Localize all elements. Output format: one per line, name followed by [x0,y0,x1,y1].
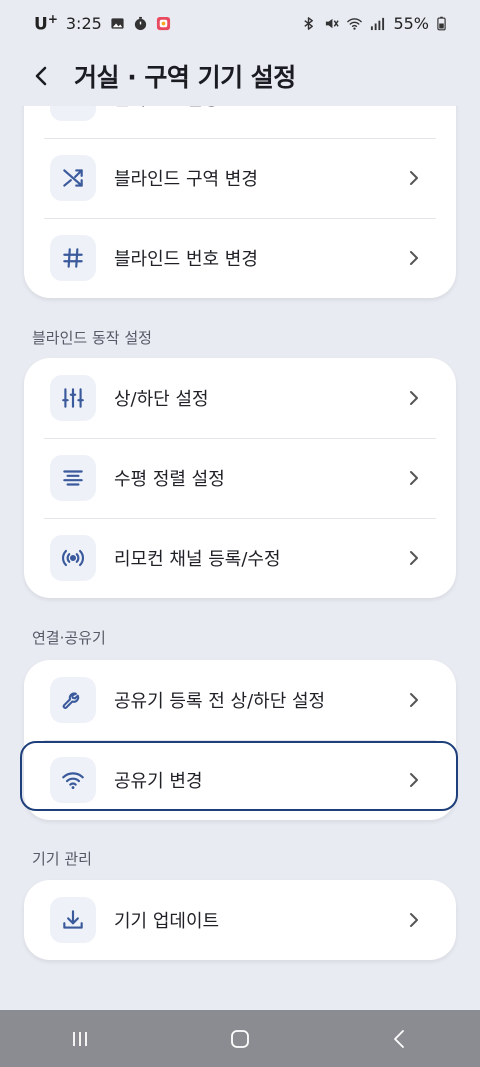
carrier-suffix: + [47,11,58,26]
system-nav-bar [0,1010,480,1067]
list-item-blind-zone[interactable]: 블라인드 구역 변경 [24,138,456,218]
back-nav-icon[interactable] [389,1028,411,1050]
list-item-pre-router-setup[interactable]: 공유기 등록 전 상/하단 설정 [24,660,456,740]
page-title: 거실 · 구역 기기 설정 [74,63,296,92]
list-item-label: 기기 업데이트 [114,911,220,932]
list-item-change-router[interactable]: 공유기 변경 [24,740,456,820]
chevron-right-icon [410,171,418,185]
chevron-right-icon [410,693,418,707]
status-bar: U+ 3:25 55% [0,0,480,46]
list-item-label: 블라인드 번호 변경 [114,249,258,270]
chevron-left-icon [35,66,47,86]
chevron-right-icon [410,471,418,485]
chevron-right-icon [410,913,418,927]
download-icon [50,897,96,943]
timer-icon [134,16,146,30]
wrench-icon [50,677,96,723]
card-connection: 공유기 등록 전 상/하단 설정 공유기 변경 [24,660,456,820]
section-label-connection: 연결·공유기 [32,629,106,647]
app-notification-icon [156,16,170,30]
list-item-horizontal-align[interactable]: 수평 정렬 설정 [24,438,456,518]
bluetooth-icon [304,16,314,30]
image-icon [111,17,124,29]
carrier-name: U [34,14,48,35]
settings-scroll[interactable]: 블라인드 설정 블라인드 구역 변경 블라인드 번호 변경 블라인드 동작 설정… [0,0,480,1010]
mute-icon [326,18,340,28]
list-item-label: 수평 정렬 설정 [114,469,225,490]
hash-icon [50,235,96,281]
section-label-device-management: 기기 관리 [32,850,92,868]
card-blind-operation: 상/하단 설정 수평 정렬 설정 리모컨 채널 등록/수정 [24,358,456,598]
chevron-right-icon [410,773,418,787]
signal-icon [371,17,385,30]
chevron-right-icon [410,391,418,405]
carrier-label: U+ [34,12,58,35]
wifi-icon [50,757,96,803]
chevron-right-icon [410,551,418,565]
list-item-label: 블라인드 구역 변경 [114,169,258,190]
shuffle-icon [50,155,96,201]
battery-icon [437,16,446,30]
section-label-blind-operation: 블라인드 동작 설정 [32,329,152,347]
wifi-status-icon [347,17,363,30]
recent-apps-icon[interactable] [69,1028,91,1050]
clock: 3:25 [65,13,102,33]
chevron-right-icon [410,251,418,265]
list-item-blind-number[interactable]: 블라인드 번호 변경 [24,218,456,298]
list-item-remote-channel[interactable]: 리모컨 채널 등록/수정 [24,518,456,598]
back-button[interactable] [28,62,56,90]
home-icon[interactable] [229,1028,251,1050]
broadcast-icon [50,535,96,581]
battery-percent: 55% [393,13,429,33]
list-item-label: 상/하단 설정 [114,389,209,410]
card-device-management: 기기 업데이트 [24,880,456,960]
list-item-label: 공유기 등록 전 상/하단 설정 [114,691,326,712]
list-item-label: 공유기 변경 [114,771,203,792]
list-item-device-update[interactable]: 기기 업데이트 [24,880,456,960]
align-center-icon [50,455,96,501]
sliders-icon [50,375,96,421]
app-header: 거실 · 구역 기기 설정 [0,46,480,106]
list-item-label: 리모컨 채널 등록/수정 [114,549,281,570]
list-item-top-bottom[interactable]: 상/하단 설정 [24,358,456,438]
